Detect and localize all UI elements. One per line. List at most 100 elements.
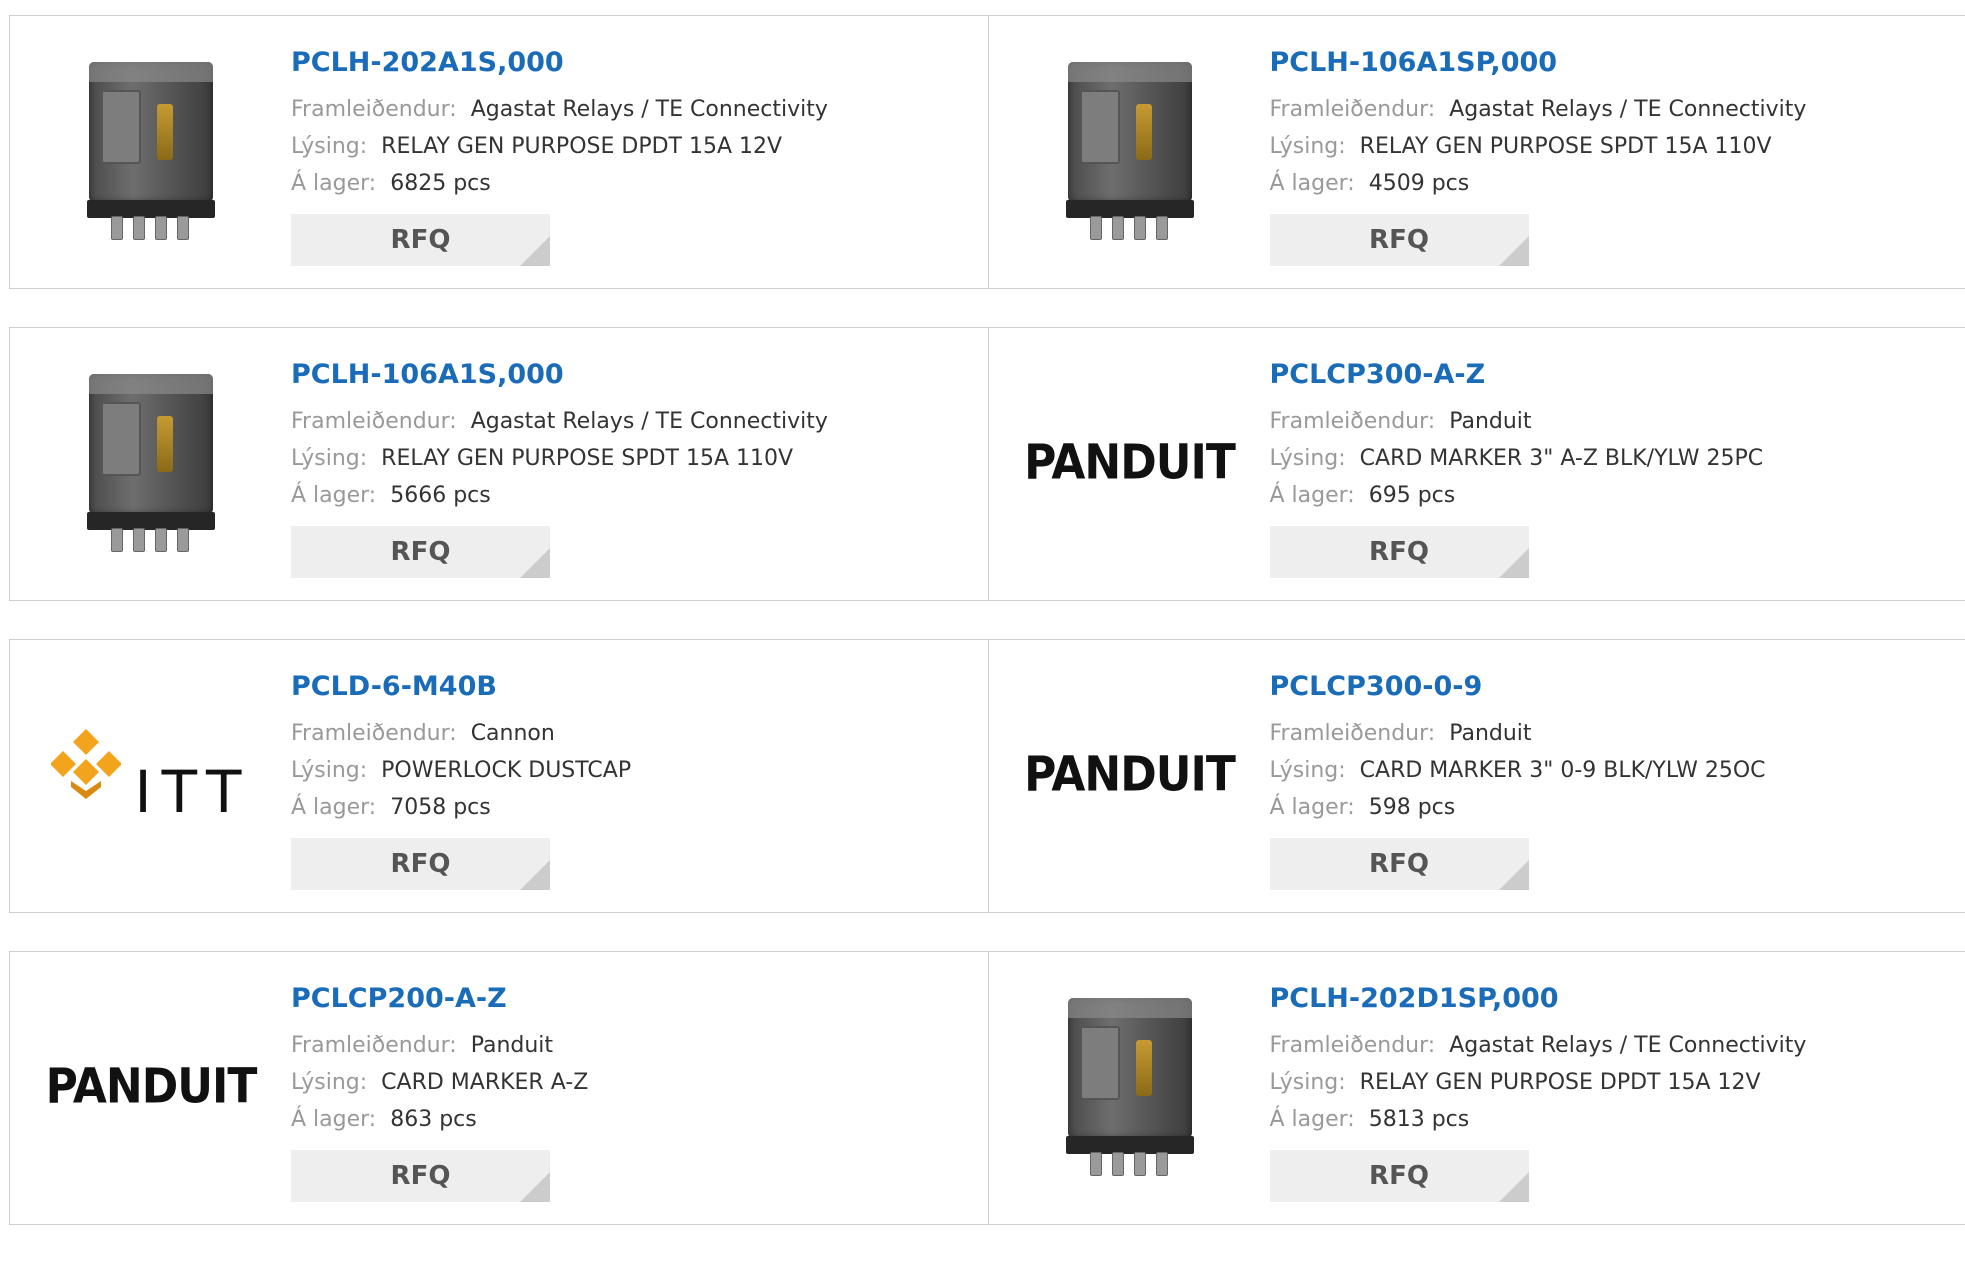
description-value: POWERLOCK DUSTCAP bbox=[381, 758, 631, 783]
panduit-logo[interactable]: PANDUIT bbox=[1024, 746, 1235, 802]
manufacturer-value: Agastat Relays / TE Connectivity bbox=[1449, 1033, 1806, 1058]
description-label: Lýsing: bbox=[291, 134, 367, 159]
product-info: PCLH-106A1S,000 Framleiðendur:Agastat Rel… bbox=[291, 358, 978, 578]
panduit-logo-text: PANDUIT bbox=[1024, 746, 1235, 802]
relay-image[interactable] bbox=[71, 362, 231, 562]
manufacturer-label: Framleiðendur: bbox=[291, 97, 457, 122]
stock-value: 7058 pcs bbox=[390, 795, 491, 820]
stock-label: Á lager: bbox=[1270, 1107, 1355, 1132]
part-number-link[interactable]: PCLCP300-A-Z bbox=[1270, 358, 1956, 392]
manufacturer-label: Framleiðendur: bbox=[1270, 721, 1436, 746]
description-value: RELAY GEN PURPOSE SPDT 15A 110V bbox=[1360, 134, 1772, 159]
relay-image[interactable] bbox=[1050, 986, 1210, 1186]
description-row: Lýsing: CARD MARKER 3" 0-9 BLK/YLW 25OC bbox=[1270, 752, 1956, 789]
itt-logo[interactable]: ITT bbox=[51, 722, 252, 826]
manufacturer-row: Framleiðendur: Panduit bbox=[291, 1027, 978, 1064]
manufacturer-row: Framleiðendur:Agastat Relays / TE Connec… bbox=[291, 403, 978, 440]
description-label: Lýsing: bbox=[291, 1070, 367, 1095]
itt-symbol-icon bbox=[51, 729, 121, 819]
product-card: PCLH-106A1S,000 Framleiðendur:Agastat Rel… bbox=[10, 328, 988, 600]
product-card: PCLH-106A1SP,000Framleiðendur:Agastat Re… bbox=[988, 16, 1965, 288]
rfq-button[interactable]: RFQ bbox=[1270, 1150, 1529, 1202]
product-thumbnail[interactable] bbox=[1030, 50, 1230, 250]
rfq-label: RFQ bbox=[1369, 225, 1429, 255]
product-info: PCLH-202A1S,000 Framleiðendur: Agastat Rel… bbox=[291, 46, 978, 266]
product-thumbnail[interactable]: ITT bbox=[51, 674, 251, 874]
description-label: Lýsing: bbox=[291, 758, 367, 783]
part-number-link[interactable]: PCLH-106A1S,000 bbox=[291, 358, 978, 392]
rfq-button[interactable]: RFQ bbox=[291, 214, 550, 266]
corner-triangle-icon bbox=[1499, 1172, 1529, 1202]
product-card: PCLH-202A1S,000 Framleiðendur: Agastat Rel… bbox=[10, 16, 988, 288]
stock-value: 5666 pcs bbox=[390, 483, 491, 508]
part-number-link[interactable]: PCLCP300-0-9 bbox=[1270, 670, 1956, 704]
panduit-logo[interactable]: PANDUIT bbox=[46, 1058, 257, 1114]
product-card: PANDUITPCLCP300-0-9Framleiðendur:Panduit… bbox=[988, 640, 1965, 912]
stock-value: 863 pcs bbox=[390, 1107, 477, 1132]
product-thumbnail[interactable]: PANDUIT bbox=[51, 986, 251, 1186]
rfq-button[interactable]: RFQ bbox=[1270, 214, 1529, 266]
manufacturer-label: Framleiðendur: bbox=[291, 1033, 457, 1058]
description-row: Lýsing:RELAY GEN PURPOSE SPDT 15A 110V bbox=[1270, 128, 1956, 165]
relay-image[interactable] bbox=[1050, 50, 1210, 250]
stock-row: Á lager: 5666 pcs bbox=[291, 477, 978, 514]
stock-row: Á lager:6825 pcs bbox=[291, 165, 978, 202]
manufacturer-row: Framleiðendur: Cannon bbox=[291, 715, 978, 752]
stock-label: Á lager: bbox=[1270, 795, 1355, 820]
manufacturer-value: Panduit bbox=[471, 1033, 553, 1058]
part-number-link[interactable]: PCLD-6-M40B bbox=[291, 670, 978, 704]
product-grid: PCLH-202A1S,000 Framleiðendur: Agastat Rel… bbox=[9, 15, 1965, 1263]
part-number-link[interactable]: PCLH-106A1SP,000 bbox=[1270, 46, 1956, 80]
manufacturer-label: Framleiðendur: bbox=[291, 721, 457, 746]
rfq-button[interactable]: RFQ bbox=[291, 838, 550, 890]
stock-label: Á lager: bbox=[291, 483, 376, 508]
product-thumbnail[interactable]: PANDUIT bbox=[1030, 362, 1230, 562]
product-thumbnail[interactable] bbox=[51, 362, 251, 562]
part-number-link[interactable]: PCLH-202A1S,000 bbox=[291, 46, 978, 80]
product-card: PCLH-202D1SP,000 Framleiðendur:Agastat Re… bbox=[988, 952, 1965, 1224]
description-row: Lýsing:CARD MARKER 3" A-Z BLK/YLW 25PC bbox=[1270, 440, 1956, 477]
description-value: CARD MARKER 3" 0-9 BLK/YLW 25OC bbox=[1360, 758, 1766, 783]
manufacturer-row: Framleiðendur: Agastat Relays / TE Connec… bbox=[291, 91, 978, 128]
rfq-button[interactable]: RFQ bbox=[291, 526, 550, 578]
part-number-link[interactable]: PCLH-202D1SP,000 bbox=[1270, 982, 1956, 1016]
itt-logo-text: ITT bbox=[135, 758, 252, 826]
manufacturer-value: Agastat Relays / TE Connectivity bbox=[471, 97, 828, 122]
stock-value: 6825 pcs bbox=[390, 171, 491, 196]
product-card: ITT PCLD-6-M40B Framleiðendur: Cannon Lýsin… bbox=[10, 640, 988, 912]
product-info: PCLCP300-0-9Framleiðendur:PanduitLýsing:… bbox=[1270, 670, 1956, 890]
product-thumbnail[interactable]: PANDUIT bbox=[1030, 674, 1230, 874]
part-number-link[interactable]: PCLCP200-A-Z bbox=[291, 982, 978, 1016]
stock-row: Á lager: 7058 pcs bbox=[291, 789, 978, 826]
corner-triangle-icon bbox=[520, 1172, 550, 1202]
description-row: Lýsing:CARD MARKER A-Z bbox=[291, 1064, 978, 1101]
manufacturer-value: Agastat Relays / TE Connectivity bbox=[1449, 97, 1806, 122]
rfq-button[interactable]: RFQ bbox=[291, 1150, 550, 1202]
corner-triangle-icon bbox=[1499, 236, 1529, 266]
rfq-label: RFQ bbox=[391, 225, 451, 255]
rfq-label: RFQ bbox=[1369, 537, 1429, 567]
panduit-logo-text: PANDUIT bbox=[1024, 434, 1235, 490]
stock-label: Á lager: bbox=[291, 1107, 376, 1132]
rfq-label: RFQ bbox=[1369, 849, 1429, 879]
relay-image[interactable] bbox=[71, 50, 231, 250]
product-thumbnail[interactable] bbox=[51, 50, 251, 250]
description-label: Lýsing: bbox=[1270, 446, 1346, 471]
panduit-logo[interactable]: PANDUIT bbox=[1024, 434, 1235, 490]
rfq-button[interactable]: RFQ bbox=[1270, 526, 1529, 578]
corner-triangle-icon bbox=[520, 236, 550, 266]
manufacturer-label: Framleiðendur: bbox=[291, 409, 457, 434]
description-row: Lýsing: POWERLOCK DUSTCAP bbox=[291, 752, 978, 789]
product-thumbnail[interactable] bbox=[1030, 986, 1230, 1186]
panduit-logo-text: PANDUIT bbox=[46, 1058, 257, 1114]
manufacturer-row: Framleiðendur:Agastat Relays / TE Connec… bbox=[1270, 1027, 1956, 1064]
stock-value: 4509 pcs bbox=[1369, 171, 1470, 196]
stock-label: Á lager: bbox=[291, 795, 376, 820]
description-row: Lýsing:RELAY GEN PURPOSE SPDT 15A 110V bbox=[291, 440, 978, 477]
rfq-label: RFQ bbox=[391, 849, 451, 879]
rfq-button[interactable]: RFQ bbox=[1270, 838, 1529, 890]
stock-label: Á lager: bbox=[1270, 171, 1355, 196]
corner-triangle-icon bbox=[1499, 860, 1529, 890]
description-label: Lýsing: bbox=[1270, 758, 1346, 783]
manufacturer-value: Cannon bbox=[471, 721, 555, 746]
